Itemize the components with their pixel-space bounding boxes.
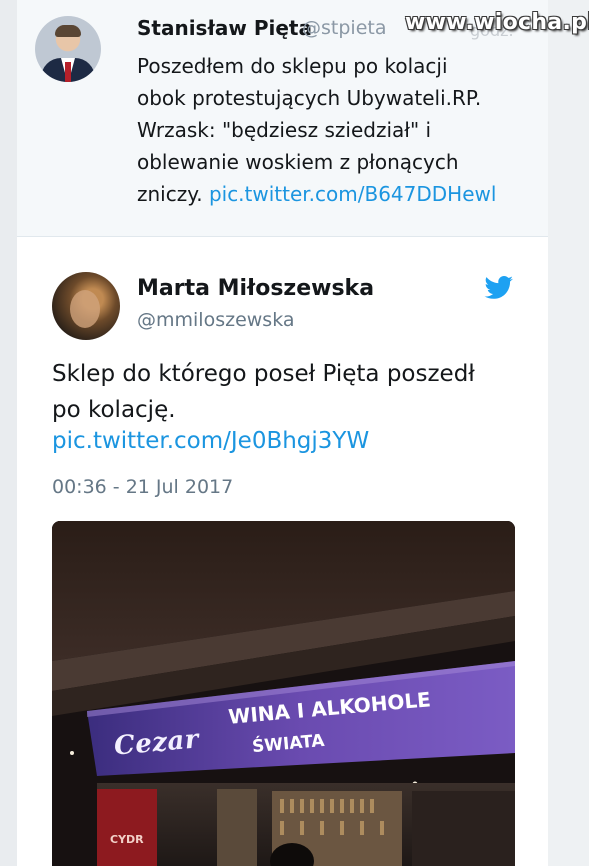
- tweet-author-name[interactable]: Marta Miłoszewska: [137, 276, 374, 301]
- storefront-photo: [52, 521, 515, 866]
- quoted-tweet-text: Poszedłem do sklepu po kolacji obok prot…: [137, 54, 497, 206]
- quoted-tweet-author-handle[interactable]: @stpieta: [302, 17, 386, 39]
- site-watermark: www.wiocha.pl: [405, 10, 589, 35]
- tweet-text: Sklep do którego poseł Pięta poszedł po …: [52, 361, 475, 423]
- tweet-link[interactable]: pic.twitter.com/Je0Bhgj3YW: [52, 428, 369, 454]
- tweet-timestamp[interactable]: 00:36 - 21 Jul 2017: [52, 476, 233, 498]
- poster-text: CYDR: [110, 833, 144, 846]
- right-margin: [548, 0, 589, 866]
- left-margin: [0, 0, 17, 866]
- quoted-tweet-link[interactable]: pic.twitter.com/B647DDHewl: [209, 182, 497, 206]
- quoted-tweet-author-name[interactable]: Stanisław Pięta: [137, 16, 312, 40]
- tweet-photo[interactable]: Cezar WINA I ALKOHOLE ŚWIATA CYDR: [52, 521, 515, 866]
- avatar-marta[interactable]: [52, 272, 120, 340]
- twitter-bird-icon[interactable]: [484, 276, 514, 300]
- tweet-author-handle[interactable]: @mmiloszewska: [137, 309, 295, 331]
- avatar-stanislaw[interactable]: [35, 16, 101, 82]
